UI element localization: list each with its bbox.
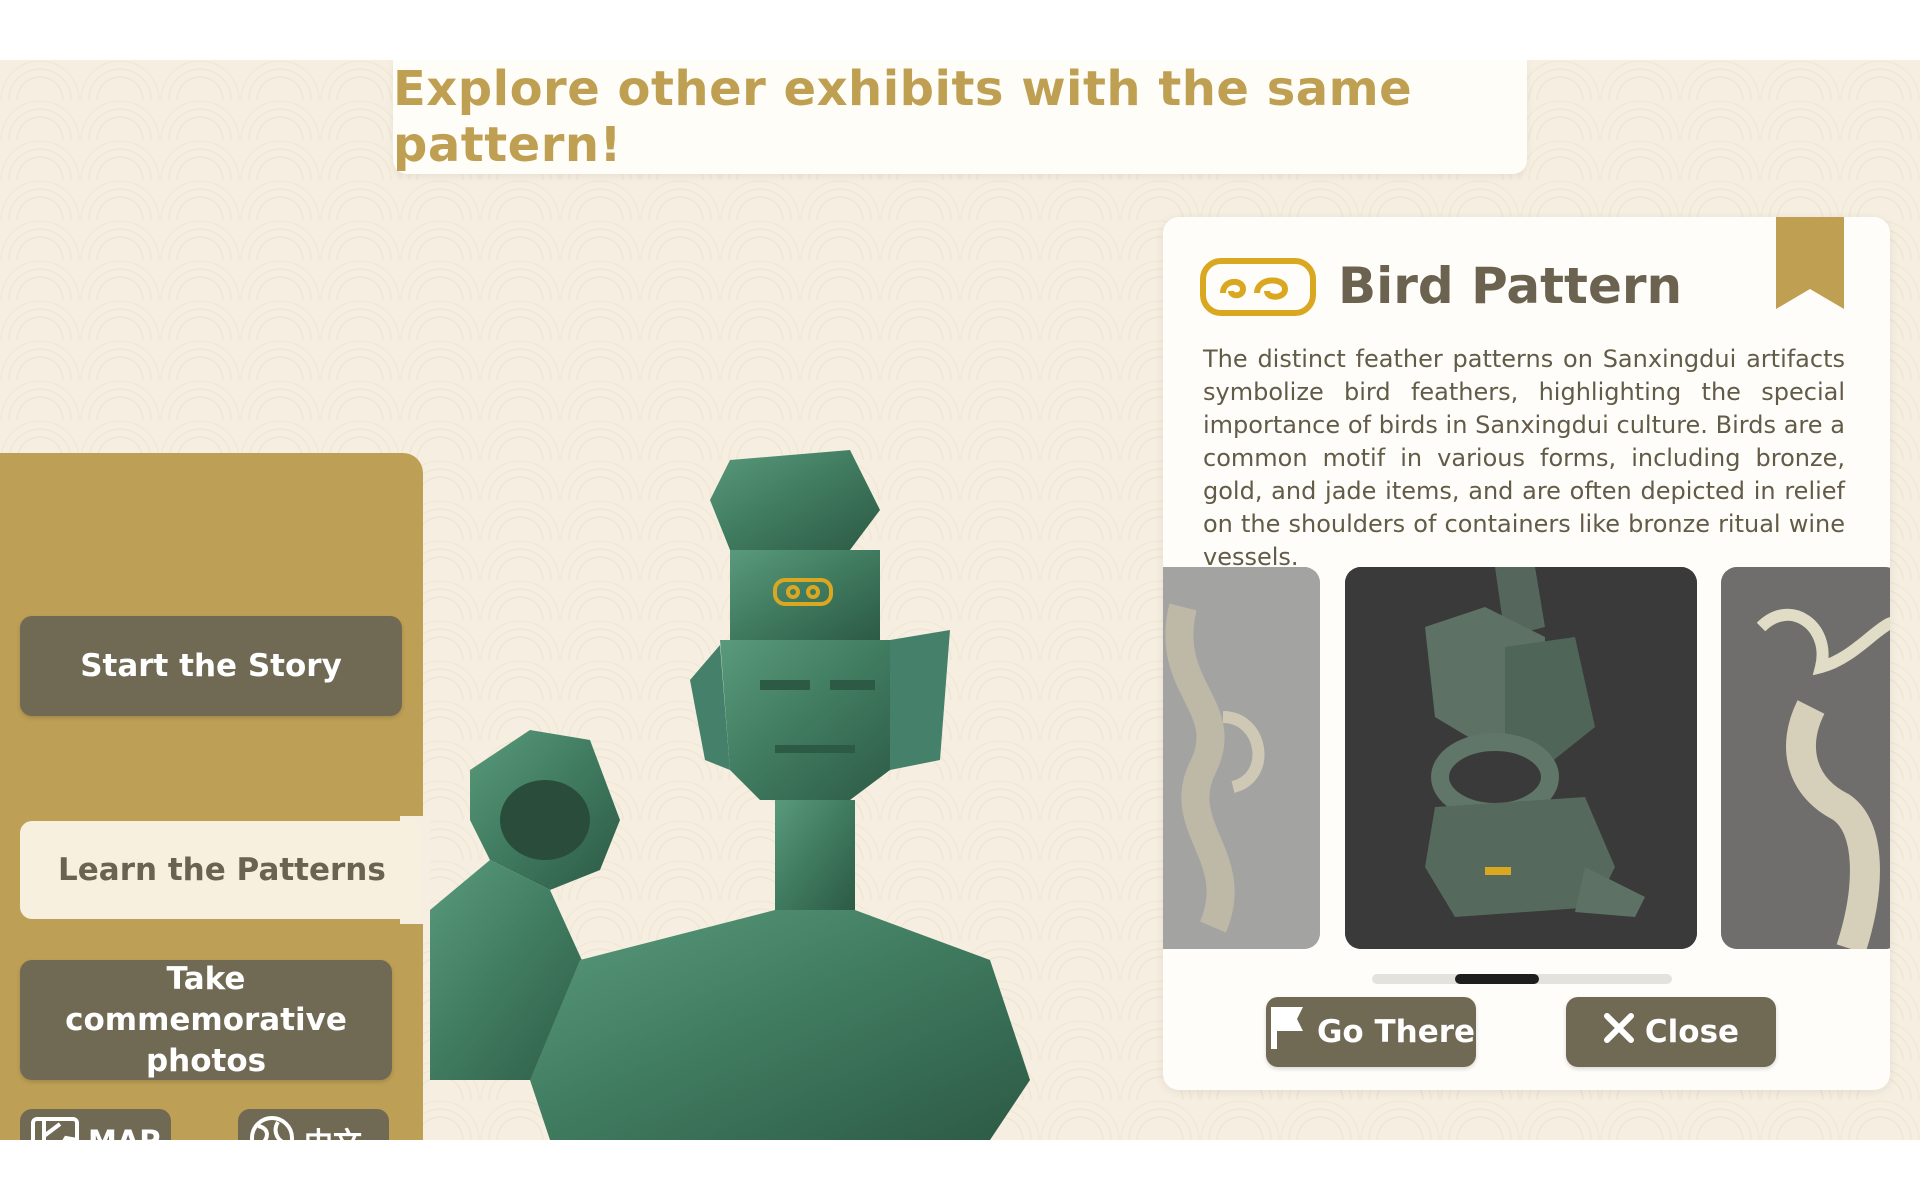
carousel-scrollbar-thumb[interactable] [1455, 974, 1539, 984]
bronze-statue-image [430, 450, 1030, 1140]
close-icon [1603, 1012, 1635, 1052]
map-label: MAP [88, 1124, 161, 1140]
carousel-item-previous[interactable] [1163, 567, 1320, 949]
close-button[interactable]: Close [1566, 997, 1776, 1067]
language-label: 中文 [304, 1120, 362, 1140]
header-banner: Explore other exhibits with the same pat… [393, 60, 1527, 174]
bookmark-icon[interactable] [1776, 217, 1844, 309]
go-there-button[interactable]: Go There [1266, 997, 1476, 1067]
pattern-info-card: Bird Pattern The distinct feather patter… [1163, 217, 1890, 1090]
take-photos-button[interactable]: Take commemorative photos [20, 960, 392, 1080]
carousel-item-next[interactable] [1721, 567, 1890, 949]
language-icon [248, 1114, 296, 1140]
card-description: The distinct feather patterns on Sanxing… [1203, 345, 1845, 571]
learn-patterns-label: Learn the Patterns [58, 852, 386, 888]
carousel-item-active[interactable] [1345, 567, 1697, 949]
flag-icon [1267, 1005, 1307, 1059]
card-title: Bird Pattern [1338, 257, 1683, 315]
map-icon [30, 1116, 80, 1140]
start-story-button[interactable]: Start the Story [20, 616, 402, 716]
artifact-image-next [1721, 567, 1890, 949]
language-button[interactable]: 中文 [238, 1109, 389, 1140]
artifact-image-active [1345, 567, 1697, 949]
go-there-label: Go There [1316, 1014, 1476, 1050]
app-stage: Explore other exhibits with the same pat… [0, 60, 1920, 1140]
artifact-image-previous [1163, 567, 1320, 949]
learn-patterns-tab[interactable]: Learn the Patterns [20, 821, 420, 919]
page-title: Explore other exhibits with the same pat… [393, 61, 1413, 173]
bird-pattern-icon [1200, 258, 1316, 316]
carousel-scrollbar[interactable] [1372, 974, 1672, 984]
map-button[interactable]: MAP [20, 1109, 171, 1140]
close-label: Close [1644, 1014, 1740, 1050]
